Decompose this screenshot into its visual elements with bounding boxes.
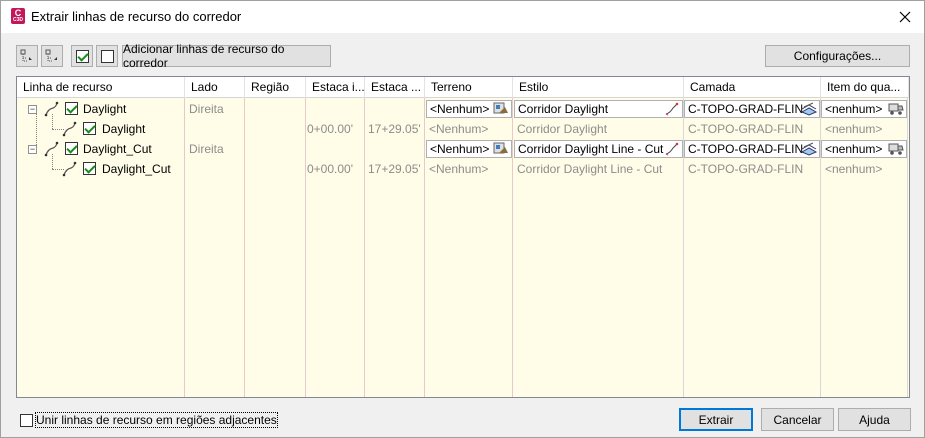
merge-adjacent-regions-checkbox[interactable] <box>20 413 33 427</box>
add-feature-lines-button[interactable]: Adicionar linhas de recurso do corredor <box>122 42 331 70</box>
table-row[interactable]: − Daylight Direita <Nenhum> Corridor Day… <box>17 99 909 119</box>
pay-item-value: <nenhum> <box>825 102 883 116</box>
end-station-cell: 17+29.05' <box>368 162 421 176</box>
header-layer[interactable]: Camada <box>684 77 821 98</box>
merge-adjacent-regions-option[interactable]: Unir linhas de recurso em regiões adjace… <box>20 412 278 428</box>
side-cell: Direita <box>189 142 224 156</box>
header-end-station[interactable]: Estaca ... <box>365 77 425 98</box>
check-all-icon <box>75 49 89 63</box>
help-label: Ajuda <box>859 412 890 427</box>
check-all-button[interactable] <box>71 45 93 67</box>
uncheck-all-button[interactable] <box>96 45 118 67</box>
pay-item-select[interactable]: <nenhum> <box>821 140 907 158</box>
feature-line-name: Daylight <box>83 102 127 116</box>
style-select[interactable]: Corridor Daylight Line - Cut <box>514 140 683 158</box>
featureline-icon <box>62 161 77 177</box>
settings-button[interactable]: Configurações... <box>765 45 910 67</box>
pay-item-icon[interactable] <box>888 102 904 116</box>
window-title: Extrair linhas de recurso do corredor <box>31 9 242 24</box>
header-style[interactable]: Estilo <box>513 77 684 98</box>
start-station-cell: 0+00.00' <box>307 122 354 136</box>
header-region[interactable]: Região <box>245 77 306 98</box>
table-row[interactable]: Daylight_Cut 0+00.00' 17+29.05' <Nenhum>… <box>17 159 909 179</box>
layer-icon[interactable] <box>801 142 817 156</box>
grid-header: Linha de recurso Lado Região Estaca i...… <box>17 77 909 98</box>
featureline-icon <box>44 141 59 157</box>
header-surface[interactable]: Terreno <box>425 77 513 98</box>
collapse-all-button[interactable] <box>41 45 63 67</box>
table-row[interactable]: Daylight 0+00.00' 17+29.05' <Nenhum> Cor… <box>17 119 909 139</box>
cancel-label: Cancelar <box>773 412 822 427</box>
style-value: Corridor Daylight <box>518 102 609 116</box>
close-button[interactable] <box>894 6 916 28</box>
header-feature-line[interactable]: Linha de recurso <box>17 77 185 98</box>
surface-value: <Nenhum> <box>430 142 490 156</box>
civil3d-app-icon: C C3D <box>11 8 25 24</box>
feature-line-name: Daylight_Cut <box>102 162 171 176</box>
surface-select[interactable]: <Nenhum> <box>426 140 512 158</box>
style-select[interactable]: Corridor Daylight <box>514 100 683 118</box>
extract-label: Extrair <box>698 412 734 427</box>
style-value: Corridor Daylight Line - Cut <box>518 142 664 156</box>
close-icon <box>899 11 911 23</box>
uncheck-all-icon <box>100 49 114 63</box>
pay-item-cell: <nenhum> <box>825 162 883 176</box>
layer-select[interactable]: C-TOPO-GRAD-FLIN <box>684 140 820 158</box>
extract-button[interactable]: Extrair <box>679 408 753 431</box>
tree-expand-icon <box>20 49 32 62</box>
side-cell: Direita <box>189 102 224 116</box>
layer-cell: C-TOPO-GRAD-FLIN <box>688 122 804 136</box>
style-cell: Corridor Daylight <box>517 122 608 136</box>
featureline-icon <box>62 121 77 137</box>
layer-value: C-TOPO-GRAD-FLIN <box>688 102 804 116</box>
table-row[interactable]: − Daylight_Cut Direita <Nenhum> Corridor… <box>17 139 909 159</box>
expand-all-button[interactable] <box>16 45 38 67</box>
surface-cell: <Nenhum> <box>429 162 489 176</box>
settings-label: Configurações... <box>793 49 882 63</box>
pay-item-icon[interactable] <box>888 142 904 156</box>
style-cell: Corridor Daylight Line - Cut <box>517 162 663 176</box>
pay-item-value: <nenhum> <box>825 142 883 156</box>
feature-line-name: Daylight_Cut <box>83 142 152 156</box>
feature-lines-grid: Linha de recurso Lado Região Estaca i...… <box>16 76 910 398</box>
surface-cell: <Nenhum> <box>429 122 489 136</box>
header-side[interactable]: Lado <box>185 77 245 98</box>
style-edit-icon[interactable] <box>664 142 680 156</box>
row-checkbox[interactable] <box>83 122 96 135</box>
row-checkbox[interactable] <box>83 162 96 175</box>
feature-line-name: Daylight <box>102 122 146 136</box>
collapse-toggle[interactable]: − <box>28 105 37 114</box>
layer-select[interactable]: C-TOPO-GRAD-FLIN <box>684 100 820 118</box>
tree-collapse-icon <box>45 49 57 62</box>
start-station-cell: 0+00.00' <box>307 162 354 176</box>
merge-adjacent-regions-label[interactable]: Unir linhas de recurso em regiões adjace… <box>35 412 278 428</box>
header-start-station[interactable]: Estaca i... <box>306 77 365 98</box>
surface-icon[interactable] <box>493 102 509 116</box>
pay-item-select[interactable]: <nenhum> <box>821 100 907 118</box>
featureline-icon <box>44 101 59 117</box>
style-edit-icon[interactable] <box>664 102 680 116</box>
extract-feature-lines-dialog: C C3D Extrair linhas de recurso do corre… <box>0 0 925 438</box>
surface-icon[interactable] <box>493 142 509 156</box>
layer-value: C-TOPO-GRAD-FLIN <box>688 142 804 156</box>
app-icon-sublabel: C3D <box>12 17 23 23</box>
layer-cell: C-TOPO-GRAD-FLIN <box>688 162 804 176</box>
row-checkbox[interactable] <box>65 102 78 115</box>
cancel-button[interactable]: Cancelar <box>761 408 834 431</box>
title-bar: C C3D Extrair linhas de recurso do corre… <box>1 1 924 33</box>
row-checkbox[interactable] <box>65 142 78 155</box>
add-feature-lines-label: Adicionar linhas de recurso do corredor <box>123 42 285 70</box>
header-pay-item[interactable]: Item do qua... <box>821 77 909 98</box>
pay-item-cell: <nenhum> <box>825 122 883 136</box>
collapse-toggle[interactable]: − <box>28 145 37 154</box>
help-button[interactable]: Ajuda <box>838 408 911 431</box>
layer-icon[interactable] <box>801 102 817 116</box>
end-station-cell: 17+29.05' <box>368 122 421 136</box>
surface-select[interactable]: <Nenhum> <box>426 100 512 118</box>
surface-value: <Nenhum> <box>430 102 490 116</box>
